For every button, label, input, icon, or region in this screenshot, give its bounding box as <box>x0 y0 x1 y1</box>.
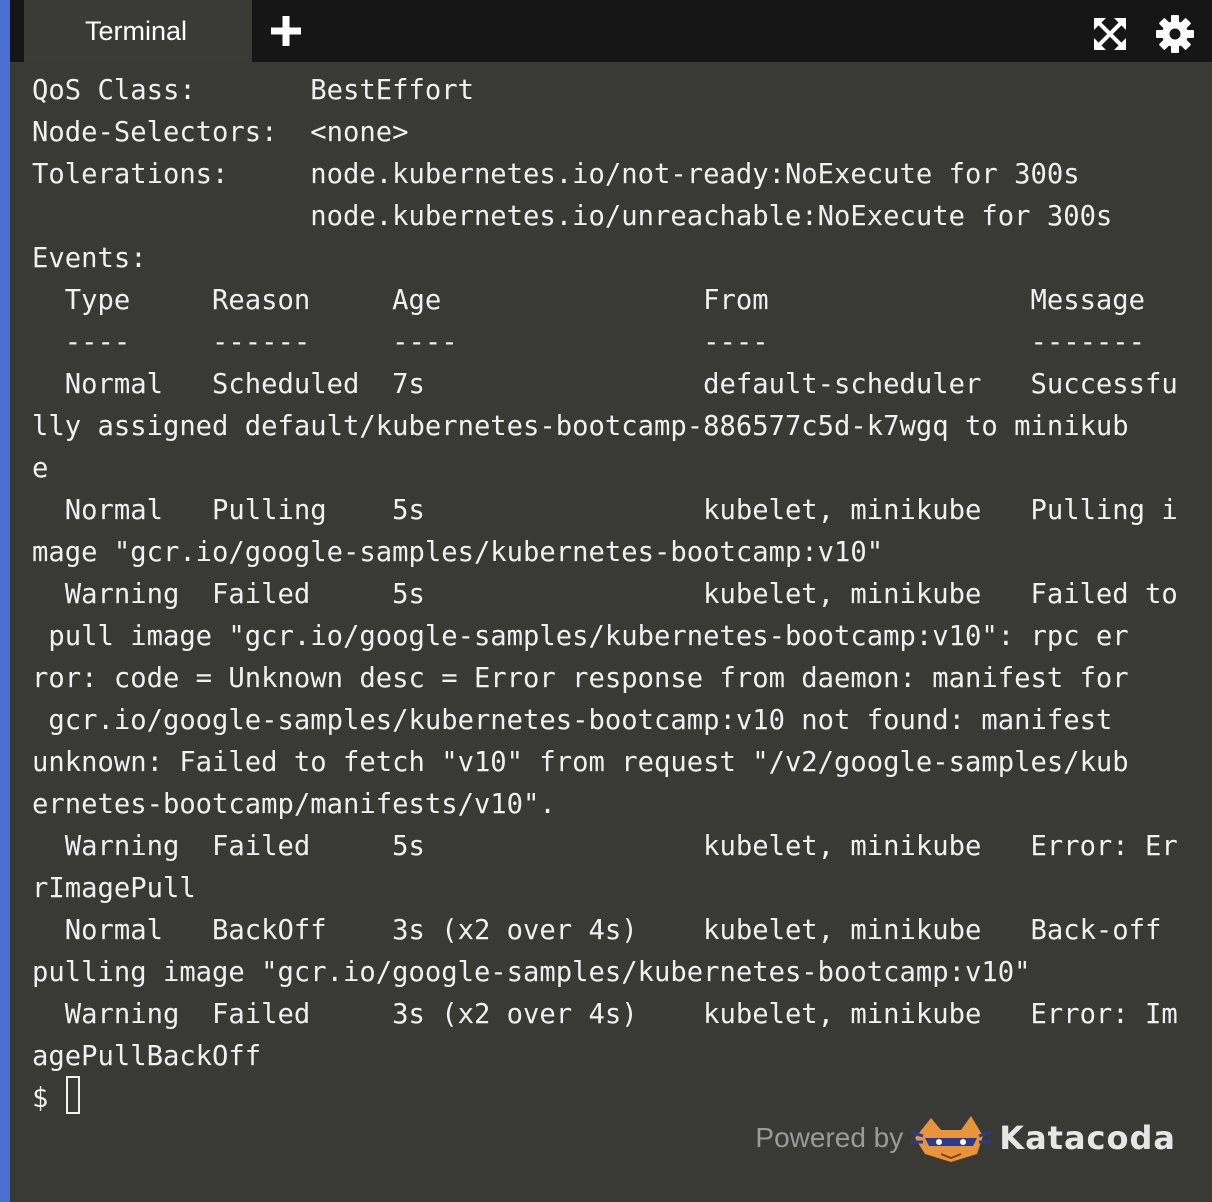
powered-by-badge[interactable]: Powered by Katacoda <box>755 1108 1176 1168</box>
terminal-cursor <box>66 1076 80 1114</box>
plus-icon <box>271 16 301 46</box>
add-tab-button[interactable] <box>268 13 304 49</box>
settings-button[interactable] <box>1155 14 1195 54</box>
powered-by-text: Powered by <box>755 1122 904 1153</box>
left-edge-stripe <box>0 0 10 1202</box>
tab-terminal[interactable]: Terminal <box>24 0 252 62</box>
terminal-screen[interactable]: QoS Class: BestEffort Node-Selectors: <n… <box>10 62 1212 1202</box>
gear-icon <box>1156 15 1194 53</box>
terminal-output: QoS Class: BestEffort Node-Selectors: <n… <box>32 75 1178 1072</box>
fullscreen-icon <box>1094 18 1126 50</box>
terminal-prompt: $ <box>32 1083 49 1114</box>
katacoda-brand: Katacoda <box>999 1119 1176 1157</box>
terminal-titlebar: Terminal <box>10 0 1212 62</box>
fullscreen-button[interactable] <box>1092 16 1128 52</box>
tab-terminal-label: Terminal <box>84 16 188 46</box>
katacoda-logo-icon <box>911 1116 992 1162</box>
